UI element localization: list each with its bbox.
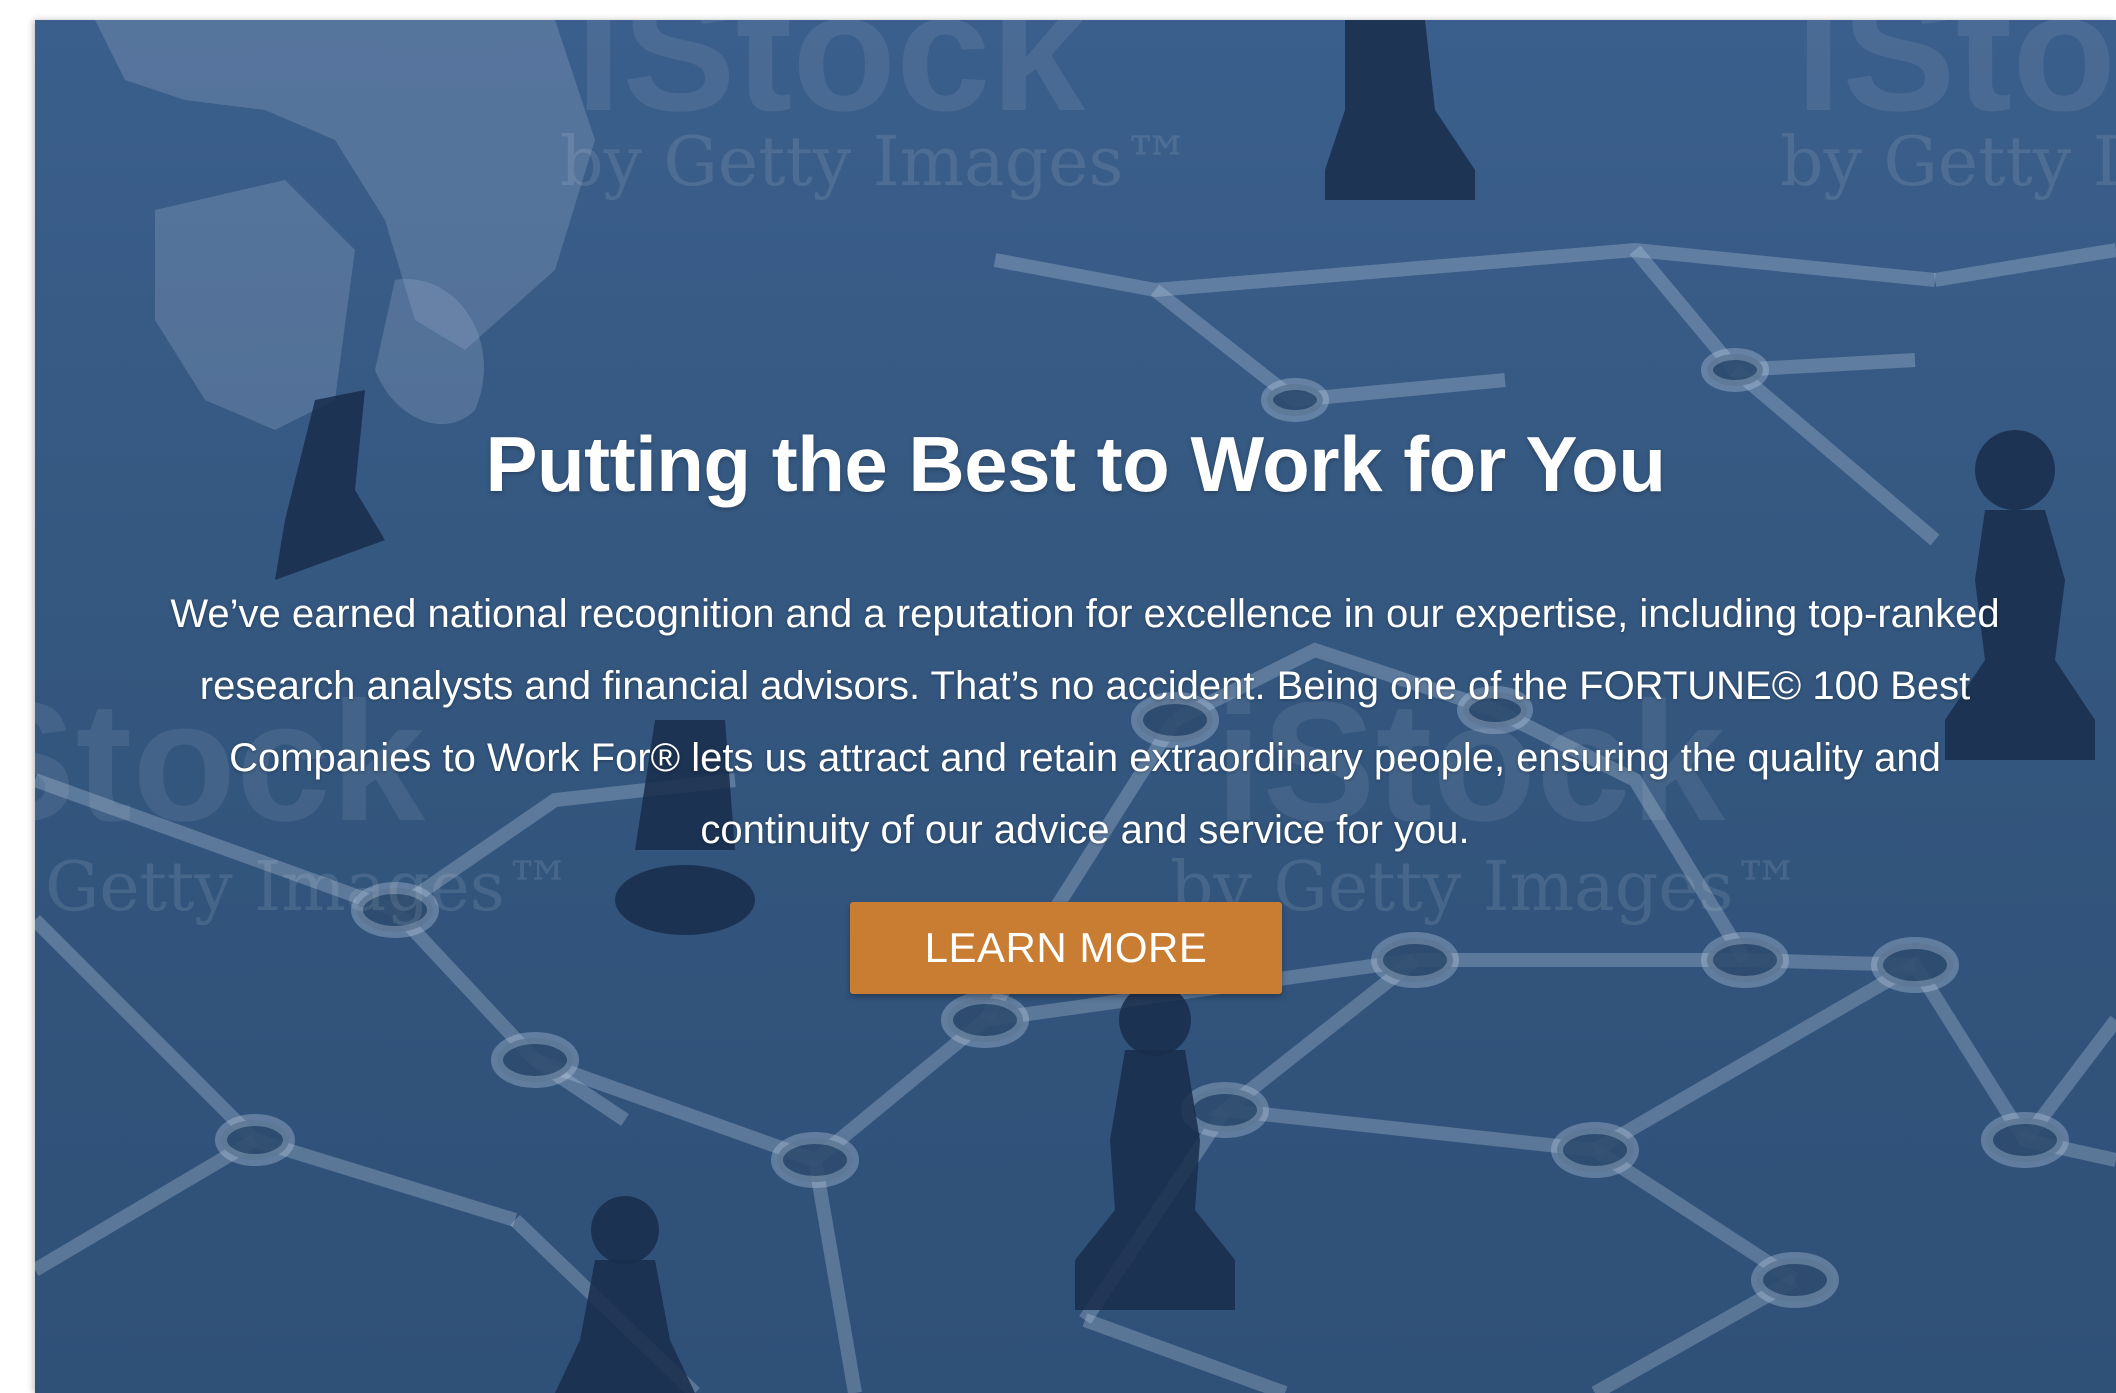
hero-description: We’ve earned national recognition and a …: [170, 592, 2000, 852]
page: iStock by Getty Images™ iStock by Getty …: [0, 0, 2116, 1393]
hero-title: Putting the Best to Work for You: [485, 420, 1666, 508]
hero-content: Putting the Best to Work for You We’ve e…: [35, 20, 2116, 1393]
learn-more-button[interactable]: LEARN MORE: [850, 902, 1282, 994]
hero-banner: iStock by Getty Images™ iStock by Getty …: [35, 20, 2116, 1393]
